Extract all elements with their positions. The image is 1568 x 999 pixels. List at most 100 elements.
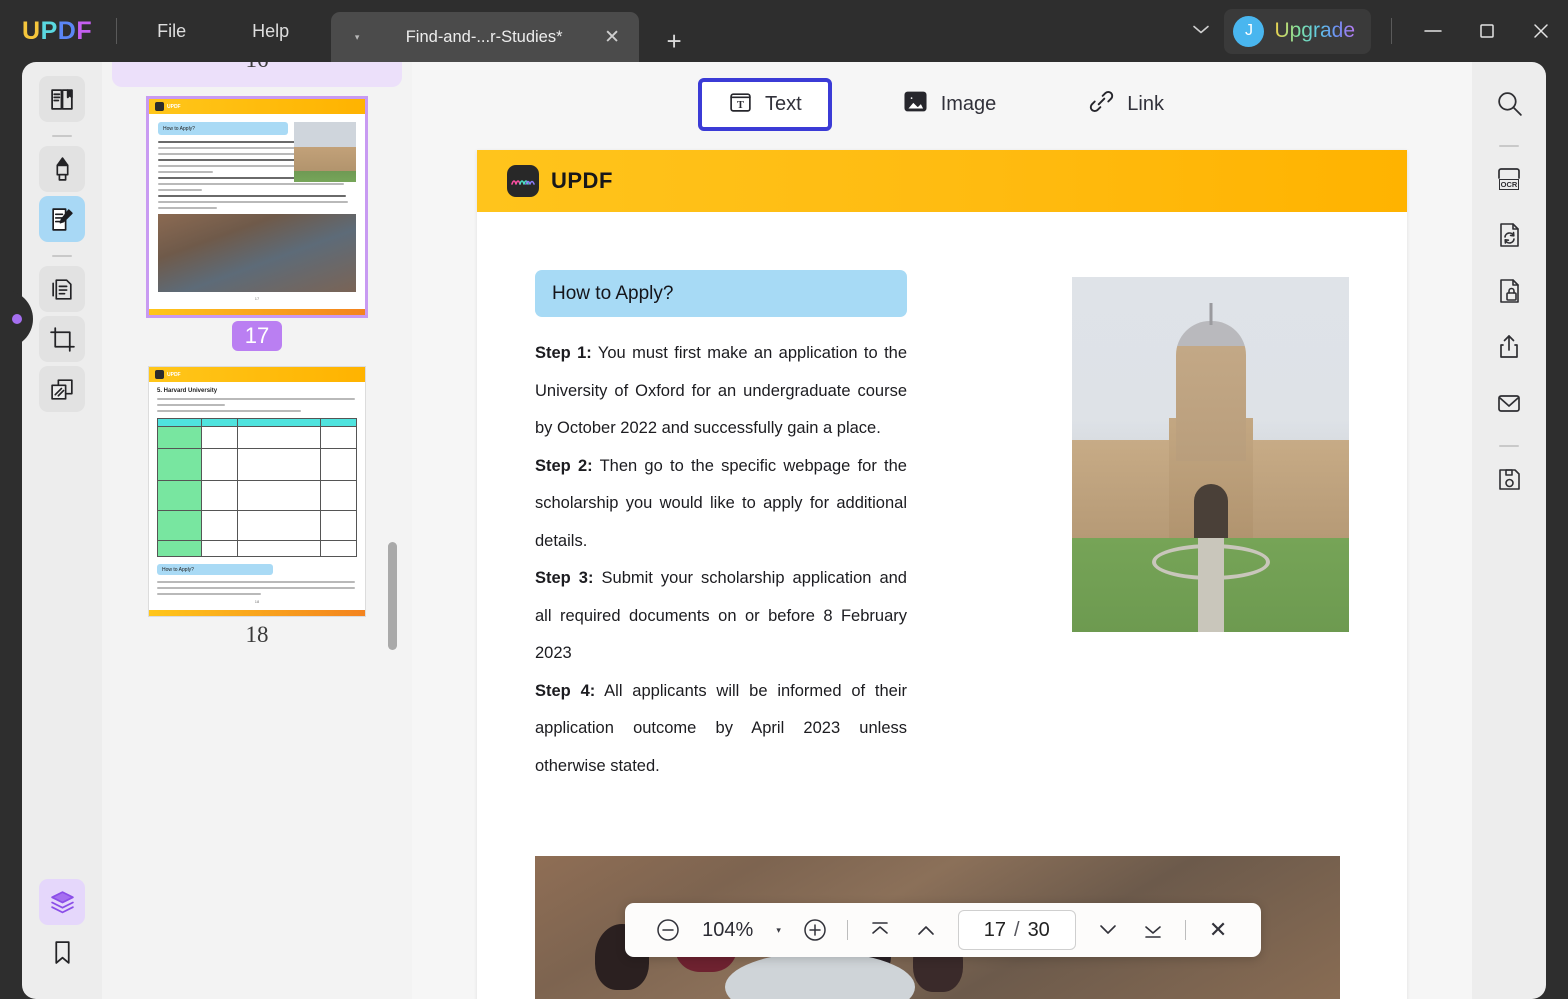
mini-students-image [158, 214, 356, 292]
sidebar-item-organize-pages[interactable] [39, 366, 85, 412]
page-number-field[interactable]: 17 / 30 [957, 910, 1076, 950]
thumbnail-number-17: 17 [231, 321, 283, 351]
page-text-column: How to Apply? Step 1: You must first mak… [535, 270, 907, 785]
thumbnail-item-17[interactable]: UPDF How to Apply? 17 17 [102, 99, 412, 361]
updf-doc-logo-icon [507, 165, 539, 197]
first-page-button[interactable] [859, 909, 901, 951]
zoom-dropdown-caret-icon[interactable]: ▾ [767, 925, 791, 936]
rail-separator [52, 135, 72, 137]
convert-icon[interactable] [1486, 212, 1532, 258]
page-thumbnail-panel[interactable]: UPDF 1 [102, 62, 412, 999]
updf-application-window: UPDF File Help ▾ Find-and-...r-Studies* … [0, 0, 1568, 999]
step-paragraph-4[interactable]: Step 4: All applicants will be informed … [535, 673, 907, 786]
step-paragraph-3[interactable]: Step 3: Submit your scholarship applicat… [535, 560, 907, 673]
search-icon[interactable] [1486, 80, 1532, 126]
mini-text-line [158, 207, 218, 209]
mini-logo-icon-17 [155, 102, 164, 111]
thumbnail-scrollbar-thumb[interactable] [388, 542, 397, 650]
mini-apply-heading-18: How to Apply? [157, 564, 273, 575]
step-label-2: Step 2: [535, 456, 593, 475]
last-page-button[interactable] [1133, 909, 1175, 951]
image-icon [902, 88, 929, 121]
title-bar: UPDF File Help ▾ Find-and-...r-Studies* … [0, 0, 1568, 62]
mini-footer-18 [149, 610, 365, 616]
thumbnail-list: UPDF 1 [102, 62, 412, 658]
close-button[interactable] [1514, 0, 1568, 62]
tab-link[interactable]: Link [1066, 77, 1186, 132]
how-to-apply-heading: How to Apply? [535, 270, 907, 317]
workspace: UPDF 1 [0, 62, 1568, 999]
oxford-left-wing [1072, 440, 1176, 538]
menu-help[interactable]: Help [238, 15, 303, 48]
thumbnail-item-16[interactable]: UPDF 1 [102, 62, 412, 87]
minimize-button[interactable] [1406, 0, 1460, 62]
zoom-in-button[interactable] [795, 909, 837, 951]
previous-page-button[interactable] [905, 909, 947, 951]
titlebar-right-group: J Upgrade [1178, 0, 1568, 62]
document-tab[interactable]: ▾ Find-and-...r-Studies* ✕ [331, 12, 640, 62]
mini-harvard-title: 5. Harvard University [157, 388, 218, 394]
upgrade-label: Upgrade [1274, 19, 1355, 42]
ocr-label: OCR [1498, 179, 1520, 190]
tab-link-label: Link [1127, 92, 1164, 115]
sidebar-item-convert[interactable] [39, 266, 85, 312]
ocr-icon[interactable]: OCR [1486, 156, 1532, 202]
mini-header-17: UPDF [149, 99, 365, 114]
step-paragraph-1[interactable]: Step 1: You must first make an applicati… [535, 335, 907, 448]
page-navigation-toolbar: 104% ▾ 17 / 30 ✕ [625, 903, 1261, 957]
email-icon[interactable] [1486, 380, 1532, 426]
window-controls-divider [1391, 18, 1392, 44]
sidebar-item-crop[interactable] [39, 316, 85, 362]
mini-text-line [157, 593, 261, 595]
pdf-page-17[interactable]: UPDF How to Apply? Step 1: You must firs… [477, 150, 1407, 999]
svg-text:T: T [737, 99, 744, 110]
save-icon[interactable] [1486, 456, 1532, 502]
step-label-4: Step 4: [535, 681, 596, 700]
tab-text[interactable]: T Text [698, 77, 832, 131]
mini-brand-17: UPDF [167, 103, 181, 110]
mini-text-line [157, 410, 301, 412]
tab-image[interactable]: Image [880, 77, 1019, 132]
step-label-1: Step 1: [535, 344, 592, 362]
mini-text-line [157, 587, 355, 589]
updf-logo: UPDF [22, 16, 93, 45]
avatar: J [1233, 15, 1265, 47]
tab-close-icon[interactable]: ✕ [597, 28, 627, 47]
step-paragraph-2[interactable]: Step 2: Then go to the specific webpage … [535, 448, 907, 561]
thumbnail-page-17[interactable]: UPDF How to Apply? 17 [149, 99, 365, 315]
upgrade-button[interactable]: J Upgrade [1224, 8, 1371, 54]
sidebar-item-reader[interactable] [39, 76, 85, 122]
thumbnail-scrollbar[interactable] [380, 62, 406, 999]
zoom-out-button[interactable] [647, 909, 689, 951]
close-toolbar-button[interactable]: ✕ [1197, 909, 1239, 951]
mini-header-18: UPDF [149, 367, 365, 382]
share-icon[interactable] [1486, 324, 1532, 370]
oxford-path [1197, 538, 1224, 632]
next-page-button[interactable] [1087, 909, 1129, 951]
tab-dropdown-caret-icon[interactable]: ▾ [343, 32, 371, 43]
toolbar-divider-2 [1185, 920, 1187, 940]
menu-file[interactable]: File [143, 15, 200, 48]
sidebar-item-layers[interactable] [39, 879, 85, 925]
new-tab-button[interactable]: + [659, 28, 689, 54]
sidebar-item-comment[interactable] [39, 146, 85, 192]
sidebar-item-bookmark[interactable] [39, 929, 85, 975]
page-content: How to Apply? Step 1: You must first mak… [477, 212, 1407, 785]
total-pages-value: 30 [1027, 918, 1050, 941]
mini-logo-icon-18 [155, 370, 164, 379]
oxford-tom-tower-image[interactable] [1072, 277, 1349, 632]
sidebar-item-edit-pdf[interactable] [39, 196, 85, 242]
zoom-level-label[interactable]: 104% [699, 919, 757, 942]
mini-page-number-17: 17 [254, 296, 260, 301]
thumbnail-page-18[interactable]: UPDF 5. Harvard University How to Apply?… [149, 367, 365, 616]
mini-apply-heading: How to Apply? [158, 122, 288, 135]
chevron-down-icon[interactable] [1178, 23, 1224, 40]
maximize-button[interactable] [1460, 0, 1514, 62]
mini-footer-17 [149, 309, 365, 315]
thumbnail-item-18[interactable]: UPDF 5. Harvard University How to Apply?… [102, 367, 412, 658]
oxford-tower [1175, 321, 1246, 461]
right-tool-rail: OCR [1472, 62, 1546, 999]
protect-icon[interactable] [1486, 268, 1532, 314]
mini-text-line [157, 404, 225, 406]
mini-text-line [158, 201, 349, 203]
